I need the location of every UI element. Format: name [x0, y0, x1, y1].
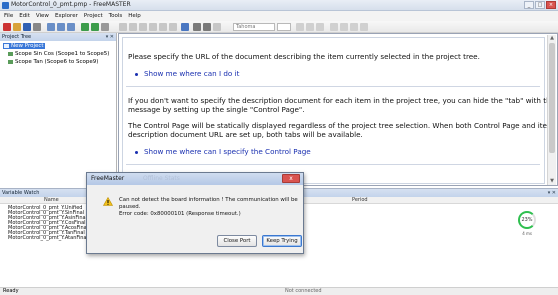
tool-icon-4[interactable]: [149, 23, 157, 31]
open-folder-icon[interactable]: [13, 23, 21, 31]
toolbar: Tahoma: [0, 21, 558, 33]
error-dialog: FreeMaster Offline Stats x Can not detec…: [86, 172, 304, 254]
scroll-thumb[interactable]: [549, 43, 555, 153]
instruction-paragraph-2-line2: message by setting up the single "Contro…: [128, 105, 305, 114]
font-combo[interactable]: Tahoma: [233, 23, 275, 31]
underline-icon[interactable]: [316, 23, 324, 31]
grid-icon[interactable]: [181, 23, 189, 31]
save-icon[interactable]: [23, 23, 31, 31]
up-arrow-icon[interactable]: [193, 23, 201, 31]
tool-icon-6[interactable]: [169, 23, 177, 31]
column-name[interactable]: Name: [44, 197, 59, 204]
copy-icon[interactable]: [57, 23, 65, 31]
stop-icon[interactable]: [33, 23, 41, 31]
dialog-error-code: Error code: 0x80000101 (Response timeout…: [119, 211, 241, 217]
link-show-where-do-it[interactable]: Show me where can I do it: [135, 69, 239, 78]
align-right-icon[interactable]: [350, 23, 358, 31]
cut-icon[interactable]: [47, 23, 55, 31]
instruction-paragraph-1: Please specify the URL of the document d…: [128, 52, 480, 61]
close-window-button[interactable]: ×: [546, 1, 556, 9]
dialog-title-bar: FreeMaster Offline Stats x: [87, 173, 303, 185]
status-text: Ready: [3, 288, 19, 294]
tool-icon-1[interactable]: [119, 23, 127, 31]
align-center-icon[interactable]: [340, 23, 348, 31]
tree-item-scope-tan[interactable]: Scope Tan (Scope6 to Scope9): [8, 59, 98, 65]
tool-icon-7[interactable]: [213, 23, 221, 31]
instruction-paragraph-2-line1: If you don't want to specify the descrip…: [128, 96, 557, 105]
bold-icon[interactable]: [296, 23, 304, 31]
panel-pin-close-icons[interactable]: ▾ ✕: [106, 33, 114, 41]
app-icon: [2, 2, 9, 9]
minimize-button[interactable]: _: [524, 1, 534, 9]
tree-item-scope-sincos[interactable]: Scope Sin Cos (Scope1 to Scope5): [8, 51, 109, 57]
panel-pin-close-icons[interactable]: ▾ ✕: [548, 189, 556, 197]
tool-icon-3[interactable]: [139, 23, 147, 31]
scope-icon: [8, 51, 13, 56]
instruction-paragraph-3-line2: description document URL are set up, bot…: [128, 130, 363, 139]
scroll-up-icon[interactable]: ▲: [548, 35, 556, 42]
tree-item-new-project[interactable]: New Project: [3, 43, 45, 49]
window-title: MotorControl_0_pmt.pmp - FreeMASTER: [11, 1, 131, 8]
menu-bar: File Edit View Explorer Project Tools He…: [0, 11, 558, 21]
new-icon[interactable]: [3, 23, 11, 31]
title-bar: MotorControl_0_pmt.pmp - FreeMASTER _ □ …: [0, 0, 558, 11]
vertical-scrollbar[interactable]: ▲ ▼: [547, 35, 556, 185]
connection-status: Not connected: [285, 288, 322, 294]
column-period[interactable]: Period: [352, 197, 368, 204]
scope-icon: [8, 59, 13, 64]
status-bar: Ready Not connected: [0, 287, 558, 295]
project-icon: [4, 43, 9, 48]
description-document: Please specify the URL of the document d…: [122, 37, 556, 184]
project-tree-header: Project Tree ▾ ✕: [0, 33, 116, 41]
gauge-unit: 4 ms: [522, 231, 532, 236]
down-arrow-icon[interactable]: [203, 23, 211, 31]
close-port-button[interactable]: Close Port: [217, 235, 257, 247]
menu-file[interactable]: File: [4, 13, 13, 19]
scroll-down-icon[interactable]: ▼: [548, 178, 556, 185]
divider: [126, 164, 540, 165]
menu-help[interactable]: Help: [128, 13, 141, 19]
warning-icon: [103, 197, 113, 206]
back-icon[interactable]: [81, 23, 89, 31]
divider: [126, 86, 540, 87]
maximize-button[interactable]: □: [535, 1, 545, 9]
tool-icon-5[interactable]: [159, 23, 167, 31]
link-show-control-page[interactable]: Show me where can I specify the Control …: [135, 147, 311, 156]
keep-trying-button[interactable]: Keep Trying: [262, 235, 302, 247]
dialog-ghost-title: Offline Stats: [143, 175, 180, 182]
menu-project[interactable]: Project: [84, 13, 103, 19]
forward-icon[interactable]: [91, 23, 99, 31]
dialog-close-button[interactable]: x: [282, 174, 300, 183]
font-size-combo[interactable]: [277, 23, 291, 31]
menu-view[interactable]: View: [36, 13, 49, 19]
list-icon[interactable]: [360, 23, 368, 31]
menu-tools[interactable]: Tools: [109, 13, 123, 19]
tool-icon-2[interactable]: [129, 23, 137, 31]
table-row[interactable]: MotorControl_0_pmt_Y.AtanFinal: [8, 235, 88, 241]
document-view: Please specify the URL of the document d…: [118, 33, 558, 186]
dialog-message-line1: Can not detect the board information ! T…: [119, 197, 298, 203]
dialog-title: FreeMaster: [91, 175, 125, 182]
instruction-paragraph-3-line1: The Control Page will be statically disp…: [128, 121, 554, 130]
italic-icon[interactable]: [306, 23, 314, 31]
paste-icon[interactable]: [67, 23, 75, 31]
cpu-load-gauge: 23%: [518, 211, 536, 229]
menu-edit[interactable]: Edit: [19, 13, 30, 19]
menu-explorer[interactable]: Explorer: [55, 13, 78, 19]
refresh-icon[interactable]: [101, 23, 109, 31]
align-left-icon[interactable]: [330, 23, 338, 31]
dialog-message-line2: paused.: [119, 204, 141, 210]
project-tree-panel: Project Tree ▾ ✕ New Project Scope Sin C…: [0, 33, 117, 186]
